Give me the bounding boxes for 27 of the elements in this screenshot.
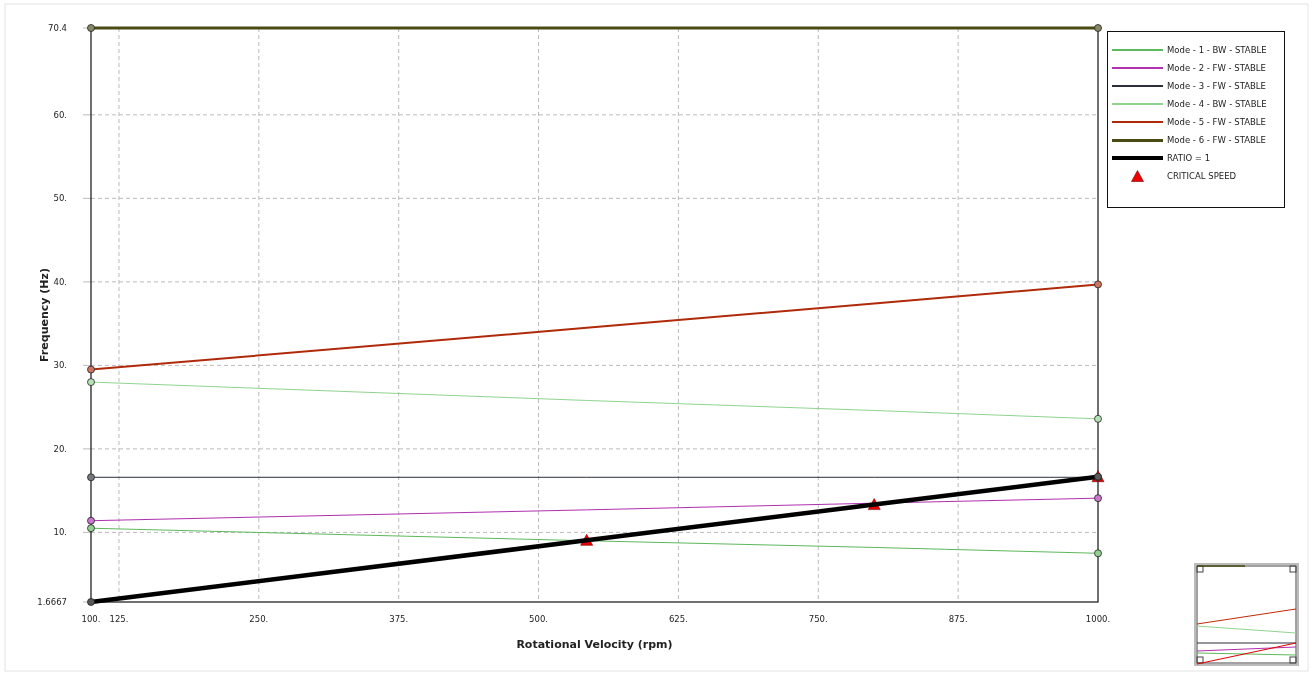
legend-label: Mode - 2 - FW - STABLE bbox=[1167, 61, 1266, 75]
legend-label: Mode - 4 - BW - STABLE bbox=[1167, 97, 1267, 111]
x-axis-title: Rotational Velocity (rpm) bbox=[516, 638, 673, 651]
y-tick-label: 60. bbox=[53, 109, 67, 120]
y-tick-label: 20. bbox=[53, 443, 67, 454]
legend-label: Mode - 3 - FW - STABLE bbox=[1167, 79, 1266, 93]
x-tick-label: 100. bbox=[81, 614, 101, 624]
y-tick-label: 70.4 bbox=[48, 23, 67, 33]
x-tick-label: 1000. bbox=[1085, 614, 1111, 624]
legend-label: CRITICAL SPEED bbox=[1167, 169, 1237, 183]
x-tick-label: 750. bbox=[808, 614, 828, 624]
x-tick-label: 875. bbox=[948, 614, 968, 624]
y-tick-label: 50. bbox=[53, 193, 67, 204]
legend-label: Mode - 5 - FW - STABLE bbox=[1167, 115, 1266, 129]
legend-label: Mode - 6 - FW - STABLE bbox=[1167, 133, 1266, 147]
x-tick-label: 625. bbox=[668, 614, 688, 624]
y-axis-title: Frequency (Hz) bbox=[38, 268, 51, 362]
x-tick-label: 500. bbox=[529, 614, 548, 624]
x-tick-label: 250. bbox=[249, 614, 269, 624]
y-tick-label: 1.6667 bbox=[37, 597, 67, 607]
legend-label: Mode - 1 - BW - STABLE bbox=[1167, 43, 1267, 57]
x-tick-label: 125. bbox=[109, 614, 129, 624]
y-tick-label: 30. bbox=[53, 360, 67, 371]
y-tick-label: 10. bbox=[53, 527, 67, 538]
legend-label: RATIO = 1 bbox=[1167, 151, 1211, 165]
y-tick-label: 40. bbox=[53, 276, 67, 287]
x-tick-label: 375. bbox=[389, 614, 409, 624]
